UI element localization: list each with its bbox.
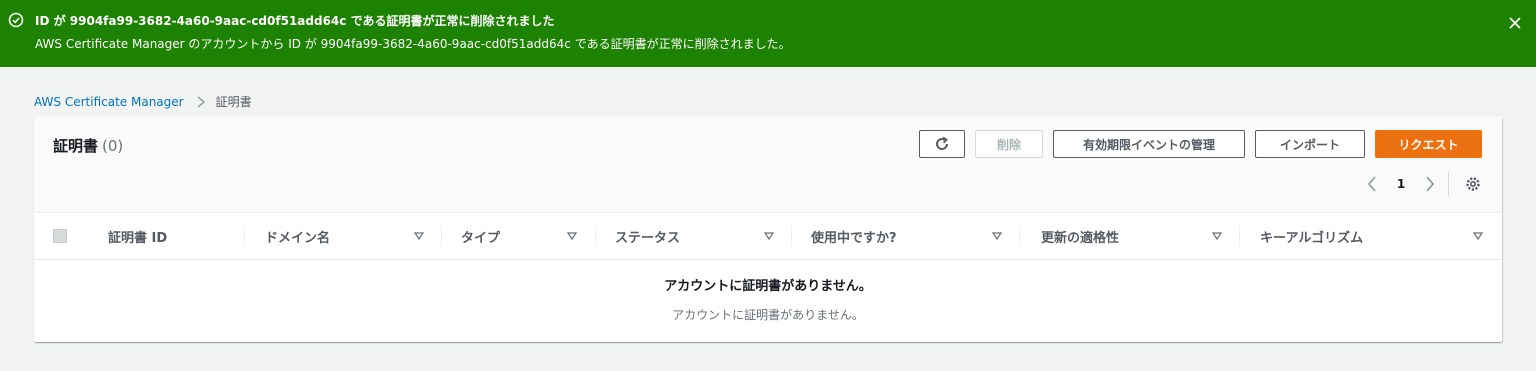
breadcrumb-current: 証明書 bbox=[215, 95, 252, 109]
column-divider bbox=[441, 226, 442, 246]
column-divider bbox=[791, 226, 792, 246]
close-icon[interactable] bbox=[1506, 14, 1524, 32]
select-all-checkbox[interactable] bbox=[53, 229, 67, 243]
column-divider bbox=[1239, 226, 1240, 246]
request-button[interactable]: リクエスト bbox=[1375, 130, 1482, 158]
panel-title-text: 証明書 bbox=[53, 137, 99, 155]
refresh-icon bbox=[936, 136, 949, 150]
column-divider bbox=[595, 226, 596, 246]
column-header-status[interactable]: ステータス bbox=[615, 213, 680, 259]
column-header-certificate-id[interactable]: 証明書 ID bbox=[108, 213, 167, 259]
import-button[interactable]: インポート bbox=[1255, 130, 1365, 158]
table-header-row: 証明書 ID ドメイン名 タイプ ステータス 使用中ですか? 更新の適格性 キー… bbox=[34, 213, 1502, 260]
refresh-button[interactable] bbox=[919, 130, 965, 158]
flash-title: ID が 9904fa99-3682-4a60-9aac-cd0f51add64… bbox=[35, 14, 555, 28]
gear-icon[interactable] bbox=[1464, 173, 1482, 195]
column-header-in-use[interactable]: 使用中ですか? bbox=[811, 213, 897, 259]
certificates-table-panel: 証明書 (0) 削除 有効期限イベントの管理 インポート リクエスト 1 証明書 … bbox=[34, 117, 1502, 342]
page-title: 証明書 (0) bbox=[53, 135, 123, 156]
sort-caret-icon[interactable] bbox=[566, 230, 578, 242]
column-divider bbox=[244, 226, 245, 246]
column-header-renewal-eligibility[interactable]: 更新の適格性 bbox=[1041, 213, 1119, 259]
flash-message: AWS Certificate Manager のアカウントから ID が 99… bbox=[35, 37, 791, 51]
certificate-count: (0) bbox=[102, 137, 124, 155]
column-divider bbox=[1019, 226, 1020, 246]
sort-caret-icon[interactable] bbox=[1472, 230, 1484, 242]
sort-caret-icon[interactable] bbox=[763, 230, 775, 242]
breadcrumb: AWS Certificate Manager 証明書 bbox=[34, 93, 252, 110]
chevron-right-icon bbox=[197, 96, 205, 107]
empty-state-title: アカウントに証明書がありません。 bbox=[664, 279, 872, 294]
column-header-key-algorithm[interactable]: キーアルゴリズム bbox=[1260, 213, 1363, 259]
empty-state-description: アカウントに証明書がありません。 bbox=[672, 308, 864, 322]
success-flash-banner: ID が 9904fa99-3682-4a60-9aac-cd0f51add64… bbox=[0, 0, 1536, 67]
panel-header: 証明書 (0) 削除 有効期限イベントの管理 インポート リクエスト 1 bbox=[34, 117, 1502, 213]
success-check-icon bbox=[8, 12, 24, 28]
pagination-divider bbox=[1448, 172, 1449, 196]
next-page-icon[interactable] bbox=[1422, 173, 1438, 195]
column-header-type[interactable]: タイプ bbox=[461, 213, 500, 259]
breadcrumb-acm-link[interactable]: AWS Certificate Manager bbox=[34, 95, 184, 109]
sort-caret-icon[interactable] bbox=[1211, 230, 1223, 242]
manage-expiry-events-button[interactable]: 有効期限イベントの管理 bbox=[1053, 130, 1245, 158]
current-page-number[interactable]: 1 bbox=[1393, 173, 1409, 195]
sort-caret-icon[interactable] bbox=[991, 230, 1003, 242]
sort-caret-icon[interactable] bbox=[413, 230, 425, 242]
previous-page-icon[interactable] bbox=[1364, 173, 1380, 195]
column-header-domain-name[interactable]: ドメイン名 bbox=[265, 213, 330, 259]
delete-button[interactable]: 削除 bbox=[975, 130, 1043, 158]
